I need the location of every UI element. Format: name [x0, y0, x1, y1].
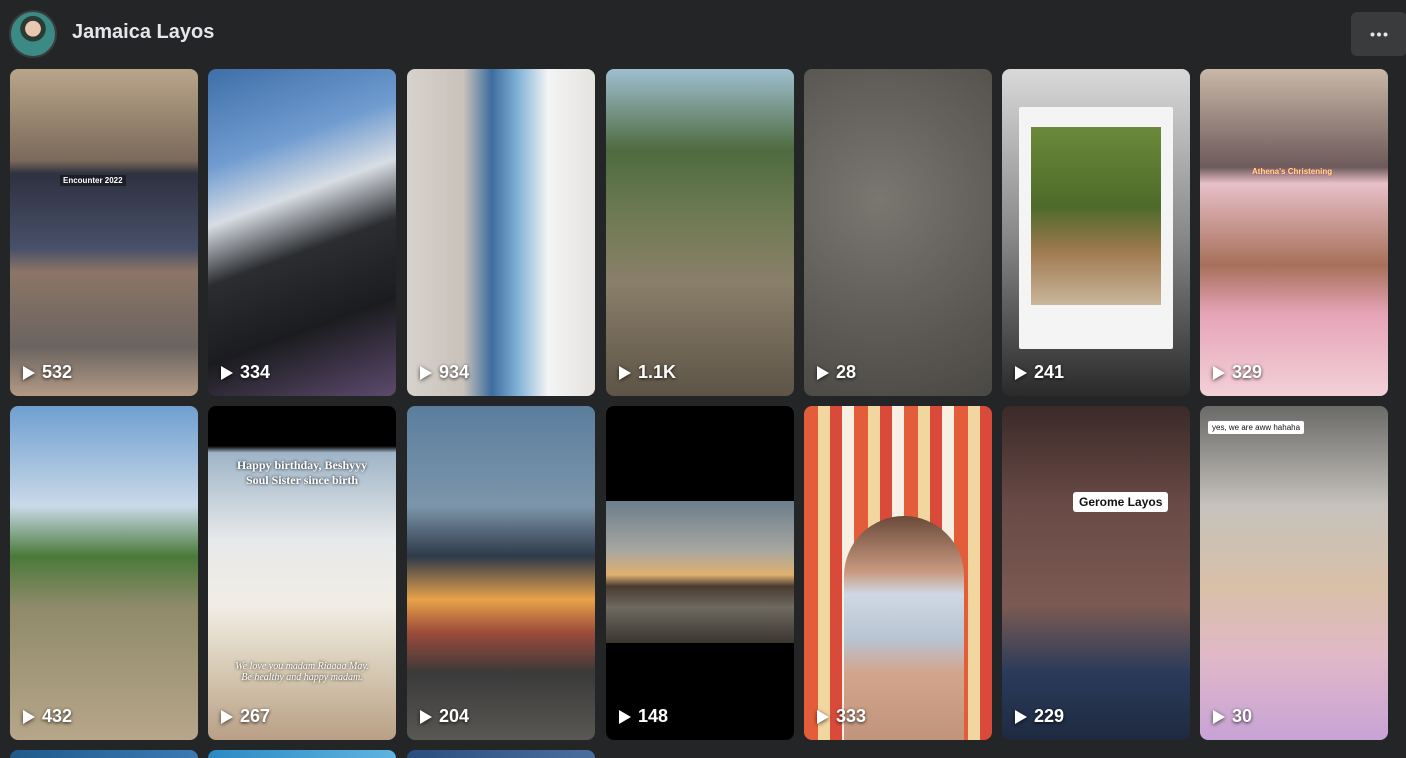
- birthday-footer-1: We love you madam Riaaaa May.: [235, 661, 369, 672]
- view-count: 28: [816, 362, 856, 383]
- avatar[interactable]: [9, 10, 57, 58]
- play-icon: [619, 709, 631, 724]
- view-count-text: 241: [1034, 362, 1065, 382]
- play-icon: [1015, 365, 1027, 380]
- play-icon: [420, 709, 432, 724]
- birthday-line-2: Soul Sister since birth: [245, 473, 359, 487]
- view-count-text: 334: [240, 362, 271, 382]
- view-count: 267: [220, 706, 270, 727]
- view-count-text: 329: [1232, 362, 1263, 382]
- view-count: 241: [1014, 362, 1064, 383]
- play-icon: [420, 365, 432, 380]
- video-tile[interactable]: 241: [1002, 69, 1190, 396]
- profile-name[interactable]: Jamaica Layos: [72, 21, 214, 44]
- more-horizontal-icon: [1370, 32, 1388, 36]
- view-count: 148: [618, 706, 668, 727]
- video-tile[interactable]: 432: [10, 406, 198, 740]
- view-count-text: 229: [1034, 706, 1065, 726]
- video-tile[interactable]: Encounter 2022 532: [10, 69, 198, 396]
- view-count-text: 1.1K: [638, 362, 677, 382]
- video-tile[interactable]: Gerome Layos 229: [1002, 406, 1190, 740]
- view-count: 334: [220, 362, 270, 383]
- play-icon: [619, 365, 631, 380]
- play-icon: [817, 365, 829, 380]
- video-tile[interactable]: 333: [804, 406, 992, 740]
- video-tile[interactable]: yes, we are aww hahaha 30: [1200, 406, 1388, 740]
- birthday-footer-2: Be healthy and happy madam.: [241, 672, 363, 683]
- play-icon: [1015, 709, 1027, 724]
- birthday-footer: We love you madam Riaaaa May. Be healthy…: [218, 661, 386, 683]
- play-icon: [221, 709, 233, 724]
- more-options-button[interactable]: [1351, 12, 1406, 56]
- view-count: 204: [419, 706, 469, 727]
- video-tile[interactable]: 334: [208, 69, 396, 396]
- video-tile[interactable]: [10, 750, 198, 758]
- video-tile[interactable]: Happy birthday, Beshyyy Soul Sister sinc…: [208, 406, 396, 740]
- birthday-caption: Happy birthday, Beshyyy Soul Sister sinc…: [218, 458, 386, 488]
- encounter-overlay: Encounter 2022: [60, 175, 126, 186]
- video-tile[interactable]: 28: [804, 69, 992, 396]
- profile-header: Jamaica Layos: [0, 0, 1406, 68]
- video-tile[interactable]: 204: [407, 406, 595, 740]
- play-icon: [221, 365, 233, 380]
- play-icon: [1213, 709, 1225, 724]
- yes-caption: yes, we are aww hahaha: [1208, 421, 1305, 434]
- view-count-text: 30: [1232, 706, 1253, 726]
- view-count-text: 148: [638, 706, 669, 726]
- view-count: 30: [1212, 706, 1252, 727]
- birthday-line-1: Happy birthday, Beshyyy: [236, 458, 368, 472]
- view-count-text: 432: [42, 706, 73, 726]
- play-icon: [1213, 365, 1225, 380]
- view-count: 432: [22, 706, 72, 727]
- sunset-frame: [606, 501, 794, 643]
- view-count: 329: [1212, 362, 1262, 383]
- view-count: 229: [1014, 706, 1064, 727]
- play-icon: [23, 709, 35, 724]
- video-tile[interactable]: [407, 750, 595, 758]
- christening-overlay: Athena's Christening: [1252, 167, 1333, 176]
- view-count-text: 934: [439, 362, 470, 382]
- play-icon: [23, 365, 35, 380]
- play-icon: [817, 709, 829, 724]
- view-count-text: 28: [836, 362, 857, 382]
- video-tile[interactable]: 934: [407, 69, 595, 396]
- view-count-text: 532: [42, 362, 73, 382]
- view-count: 333: [816, 706, 866, 727]
- view-count: 934: [419, 362, 469, 383]
- view-count-text: 204: [439, 706, 470, 726]
- video-tile[interactable]: [208, 750, 396, 758]
- view-count-text: 267: [240, 706, 271, 726]
- view-count: 532: [22, 362, 72, 383]
- photo-frame: [1019, 107, 1173, 349]
- view-count-text: 333: [836, 706, 867, 726]
- video-tile[interactable]: 148: [606, 406, 794, 740]
- video-tile[interactable]: 1.1K: [606, 69, 794, 396]
- view-count: 1.1K: [618, 362, 676, 383]
- video-tile[interactable]: Athena's Christening 329: [1200, 69, 1388, 396]
- gerome-tag: Gerome Layos: [1073, 492, 1169, 512]
